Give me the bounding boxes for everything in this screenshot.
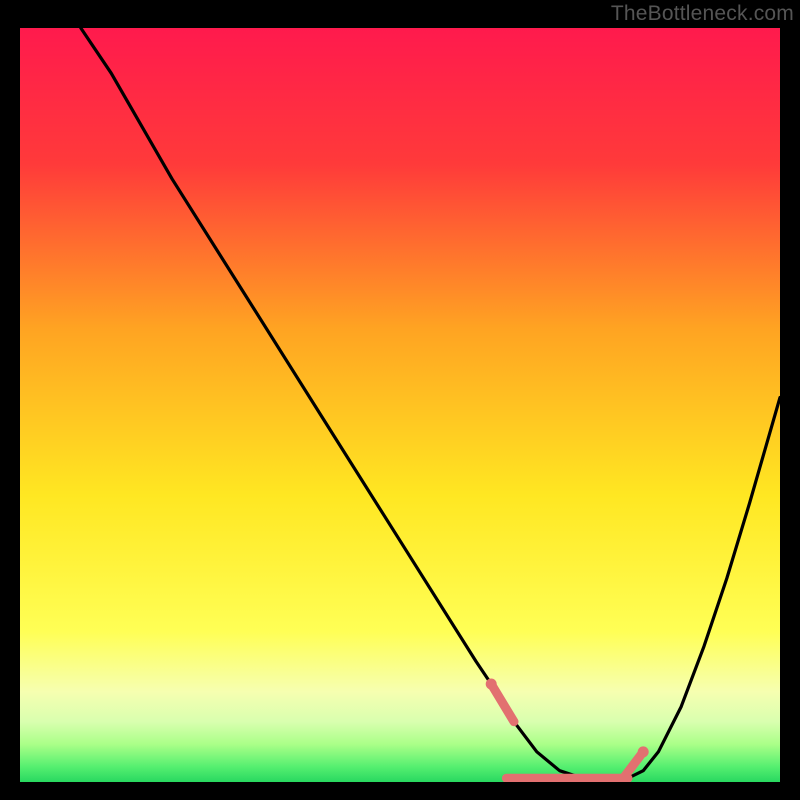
gradient-background [20,28,780,782]
bottleneck-chart [20,28,780,782]
chart-svg [20,28,780,782]
watermark-label: TheBottleneck.com [611,2,794,26]
